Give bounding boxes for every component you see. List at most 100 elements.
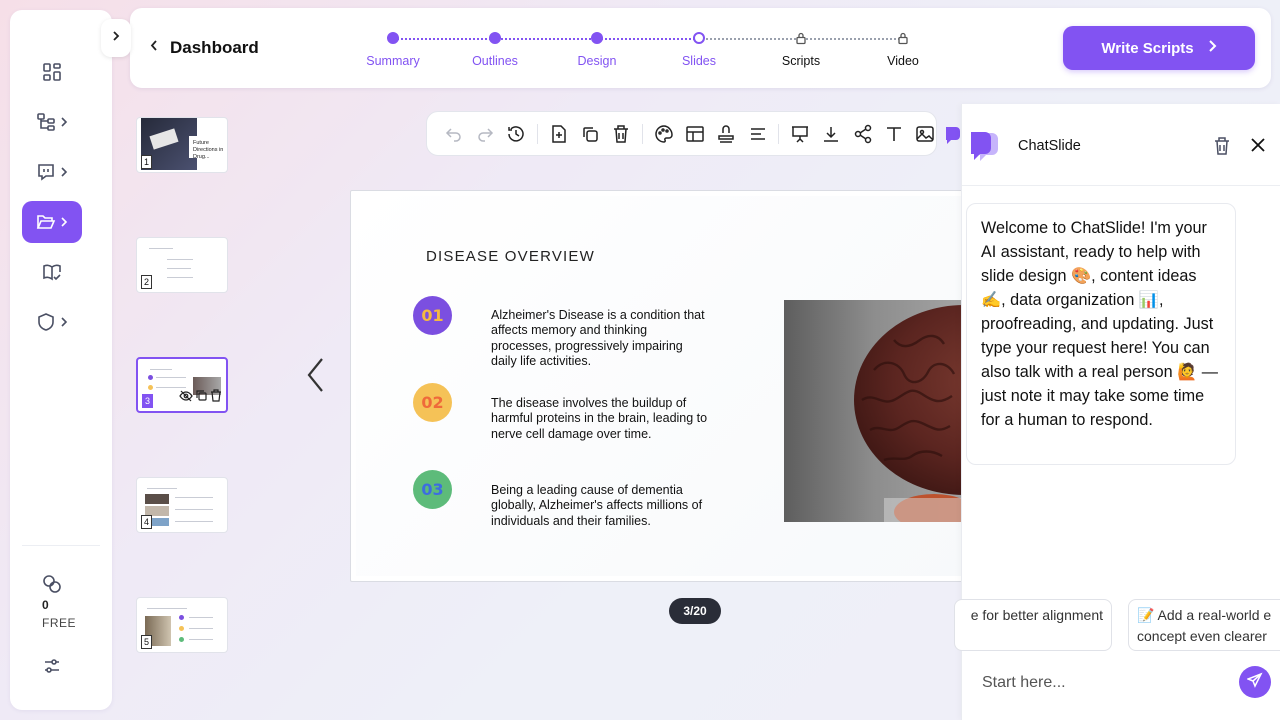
sidebar-item-projects[interactable] (22, 201, 82, 243)
toolbar-divider (778, 123, 780, 144)
suggestion-chip[interactable]: 📝 Add a real-world e concept even cleare… (1128, 599, 1280, 651)
chevron-right-icon (60, 216, 68, 228)
thumb-number: 5 (141, 635, 152, 649)
sidebar-item-security[interactable] (22, 301, 82, 343)
eye-off-icon[interactable] (179, 389, 193, 407)
step-summary[interactable]: Summary (353, 32, 433, 68)
suggestion-chip[interactable]: e for better alignment (954, 599, 1112, 651)
add-page-icon[interactable] (548, 123, 569, 145)
slide-canvas[interactable]: DISEASE OVERVIEW 01 Alzheimer's Disease … (350, 190, 970, 582)
sidebar-item-structure[interactable] (22, 101, 82, 143)
slide-background: DISEASE OVERVIEW 01 Alzheimer's Disease … (356, 196, 969, 576)
chatslide-logo-icon (970, 129, 1004, 168)
thumb-line (156, 377, 186, 378)
suggestion-text: 📝 Add a real-world e concept even cleare… (1137, 607, 1272, 644)
slide-title[interactable]: DISEASE OVERVIEW (426, 248, 595, 265)
slide-toolbar (426, 111, 937, 156)
sidebar-item-chat[interactable] (22, 151, 82, 193)
settings-sliders-icon[interactable] (42, 656, 62, 681)
slide-thumbnail[interactable]: Future Directions in Drug... 1 (136, 117, 228, 173)
undo-icon[interactable] (443, 123, 464, 145)
lock-icon (863, 32, 943, 45)
thumb-number: 4 (141, 515, 152, 529)
coins-icon[interactable] (42, 574, 62, 599)
chevron-right-icon (1208, 39, 1217, 57)
step-dot-current (693, 32, 705, 44)
thumb-line (167, 277, 193, 278)
step-slides[interactable]: Slides (659, 32, 739, 68)
step-video[interactable]: Video (863, 32, 943, 68)
chevron-right-icon (112, 29, 120, 47)
slide-thumbnail[interactable]: 4 (136, 477, 228, 533)
trash-icon[interactable] (611, 123, 632, 145)
chevron-right-icon (60, 166, 68, 178)
step-label: Slides (681, 54, 717, 68)
page-indicator: 3/20 (669, 598, 721, 624)
step-label: Outlines (472, 54, 518, 68)
redo-icon[interactable] (474, 123, 495, 145)
point-number-badge: 03 (413, 470, 452, 509)
thumb-dot (179, 637, 184, 642)
point-number: 02 (421, 393, 444, 412)
slide-thumbnail[interactable]: 5 (136, 597, 228, 653)
image-icon[interactable] (915, 123, 936, 145)
duplicate-icon[interactable] (579, 123, 600, 145)
step-scripts[interactable]: Scripts (761, 32, 841, 68)
book-check-icon (42, 262, 62, 282)
thumb-dot (148, 375, 153, 380)
sidebar-item-library[interactable] (22, 251, 82, 293)
point-number: 03 (421, 480, 444, 499)
present-icon[interactable] (789, 123, 810, 145)
step-outlines[interactable]: Outlines (455, 32, 535, 68)
thumb-dot (179, 615, 184, 620)
stamp-icon[interactable] (716, 123, 737, 145)
close-icon[interactable] (1250, 137, 1266, 158)
slide-thumbnail[interactable]: 2 (136, 237, 228, 293)
chat-input[interactable]: Start here... (982, 674, 1066, 692)
thumb-line (175, 521, 213, 522)
thumb-image (151, 518, 169, 526)
point-text[interactable]: Alzheimer's Disease is a condition that … (491, 308, 709, 370)
text-icon[interactable] (883, 123, 904, 145)
folder-open-icon (36, 212, 56, 232)
previous-slide-arrow-icon[interactable] (306, 356, 326, 399)
history-icon[interactable] (506, 123, 527, 145)
hierarchy-icon (36, 112, 56, 132)
back-to-dashboard-button[interactable]: Dashboard (150, 38, 259, 58)
align-text-icon[interactable] (747, 123, 768, 145)
write-scripts-button[interactable]: Write Scripts (1063, 26, 1255, 70)
credit-count: 0 (42, 598, 49, 612)
clear-chat-trash-icon[interactable] (1213, 136, 1231, 161)
chat-bubble-icon (36, 162, 56, 182)
send-button[interactable] (1239, 666, 1271, 698)
copy-icon[interactable] (195, 389, 208, 407)
sidebar-item-dashboard[interactable] (22, 51, 82, 93)
layout-icon[interactable] (684, 123, 705, 145)
thumb-line (167, 268, 191, 269)
thumb-actions (179, 389, 222, 407)
slide-thumbnail-active[interactable]: 3 (136, 357, 228, 413)
palette-icon[interactable] (653, 123, 674, 145)
step-dot (387, 32, 399, 44)
chevron-right-icon (60, 316, 68, 328)
step-design[interactable]: Design (557, 32, 637, 68)
point-text[interactable]: Being a leading cause of dementia global… (491, 483, 709, 529)
chatslide-logo-icon[interactable] (943, 125, 963, 150)
share-icon[interactable] (852, 123, 873, 145)
plan-label: FREE (42, 616, 77, 630)
download-icon[interactable] (821, 123, 842, 145)
thumb-number: 1 (141, 155, 152, 169)
lock-icon (761, 32, 841, 45)
point-text[interactable]: The disease involves the buildup of harm… (491, 396, 709, 442)
sidebar-toggle-button[interactable] (101, 19, 131, 57)
thumb-dot (179, 626, 184, 631)
assistant-welcome-message: Welcome to ChatSlide! I'm your AI assist… (966, 203, 1236, 465)
thumb-title: Future Directions in Drug... (189, 136, 227, 160)
step-dot (591, 32, 603, 44)
point-number-badge: 02 (413, 383, 452, 422)
trash-icon[interactable] (210, 389, 222, 407)
workflow-progress: Summary Outlines Design Slides Scripts V… (357, 30, 957, 80)
back-label: Dashboard (170, 38, 259, 57)
point-number-badge: 01 (413, 296, 452, 335)
brain-photo[interactable] (784, 300, 969, 522)
